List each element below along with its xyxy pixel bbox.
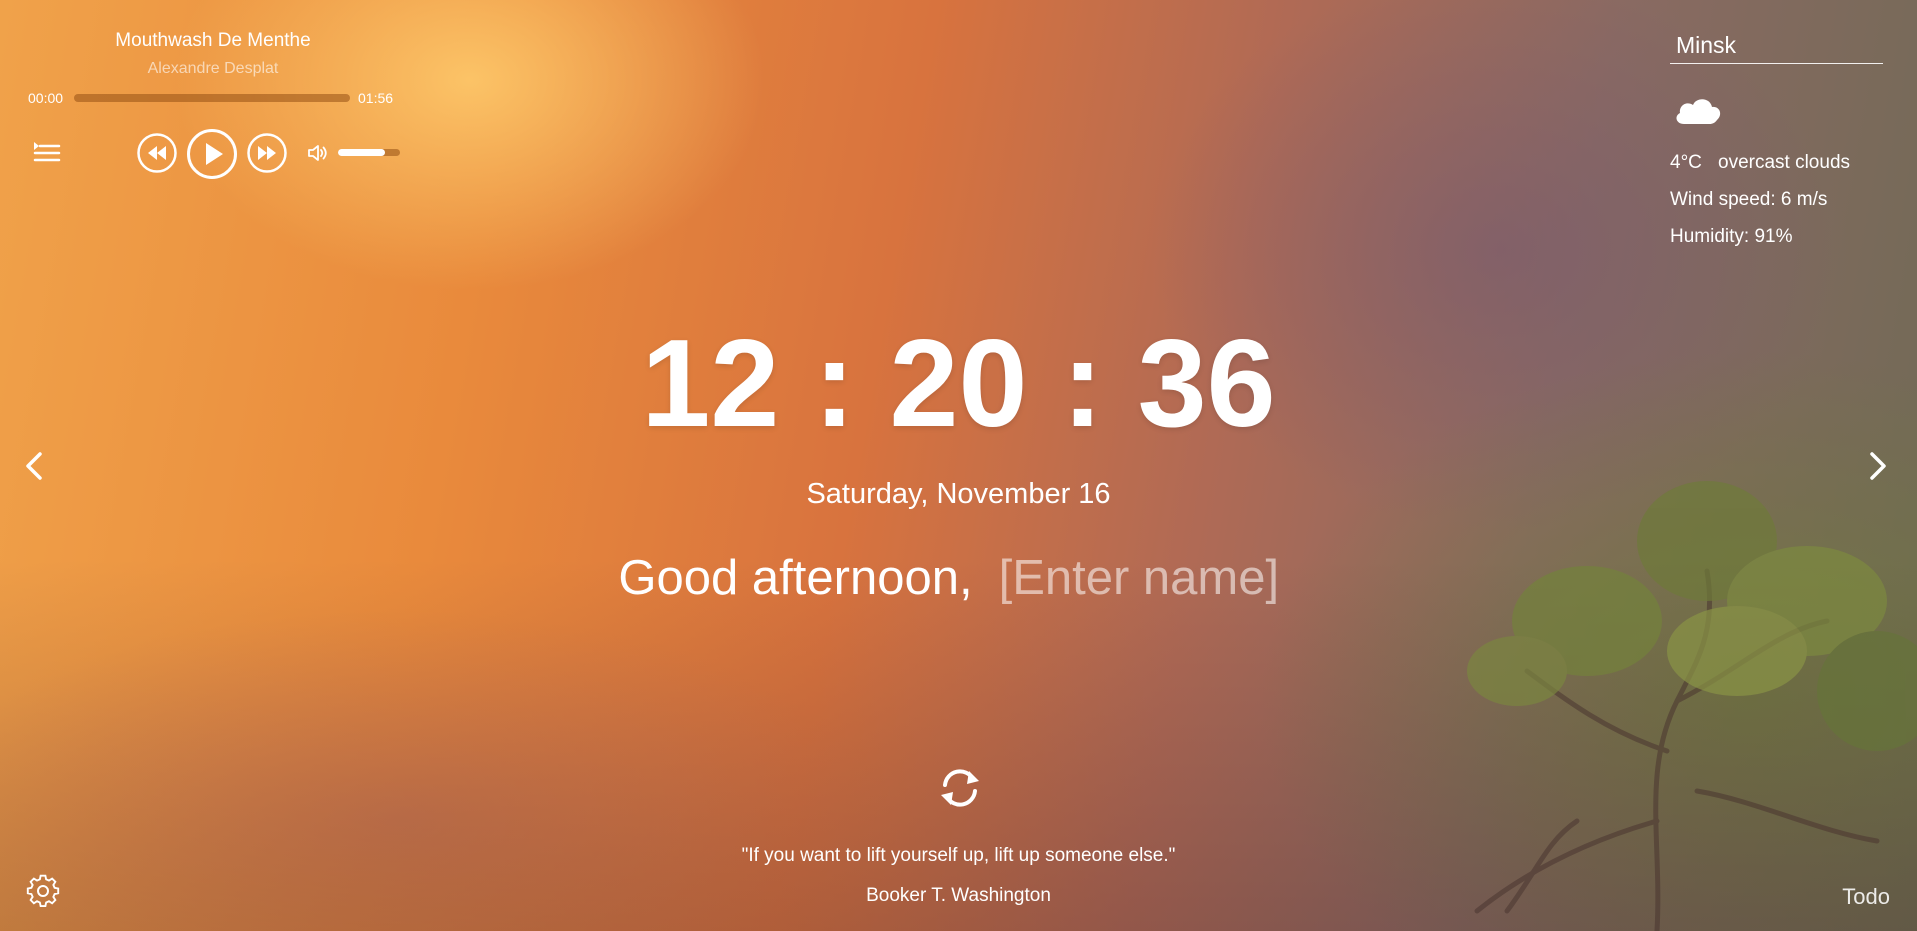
name-input[interactable] [998, 550, 1299, 606]
volume-icon[interactable] [306, 141, 330, 165]
play-icon [187, 129, 237, 179]
play-button[interactable] [186, 128, 238, 180]
fast-forward-icon[interactable] [246, 132, 288, 174]
humidity: Humidity: 91% [1670, 226, 1793, 247]
total-time: 01:56 [358, 90, 394, 106]
greeting: Good afternoon, [0, 550, 1917, 606]
volume-slider[interactable] [338, 149, 400, 156]
track-title: Mouthwash De Menthe [115, 30, 311, 51]
refresh-icon[interactable] [937, 765, 983, 811]
quote-text: "If you want to lift yourself up, lift u… [741, 845, 1176, 866]
chevron-right-icon[interactable] [1862, 446, 1892, 486]
clock: 12 : 20 : 36 [641, 315, 1276, 453]
chevron-left-icon[interactable] [20, 446, 50, 486]
greeting-text: Good afternoon, [618, 551, 973, 605]
track-artist: Alexandre Desplat [147, 60, 279, 77]
gear-icon[interactable] [26, 874, 60, 908]
date: Saturday, November 16 [806, 478, 1111, 510]
playlist-icon[interactable] [32, 138, 62, 168]
todo-button[interactable]: Todo [1830, 884, 1890, 910]
wind-speed: Wind speed: 6 m/s [1670, 189, 1828, 210]
background-screen: Mouthwash De Menthe Alexandre Desplat 00… [0, 0, 1917, 931]
volume-slider-fill [338, 149, 385, 156]
temperature: 4°C [1670, 152, 1702, 173]
progress-bar[interactable] [74, 94, 350, 102]
weather-description: overcast clouds [1718, 152, 1851, 173]
cloud-icon [1672, 90, 1724, 130]
current-time: 00:00 [28, 90, 64, 106]
quote-author: Booker T. Washington [866, 885, 1051, 906]
rewind-icon[interactable] [136, 132, 178, 174]
city-input[interactable] [1670, 28, 1883, 64]
